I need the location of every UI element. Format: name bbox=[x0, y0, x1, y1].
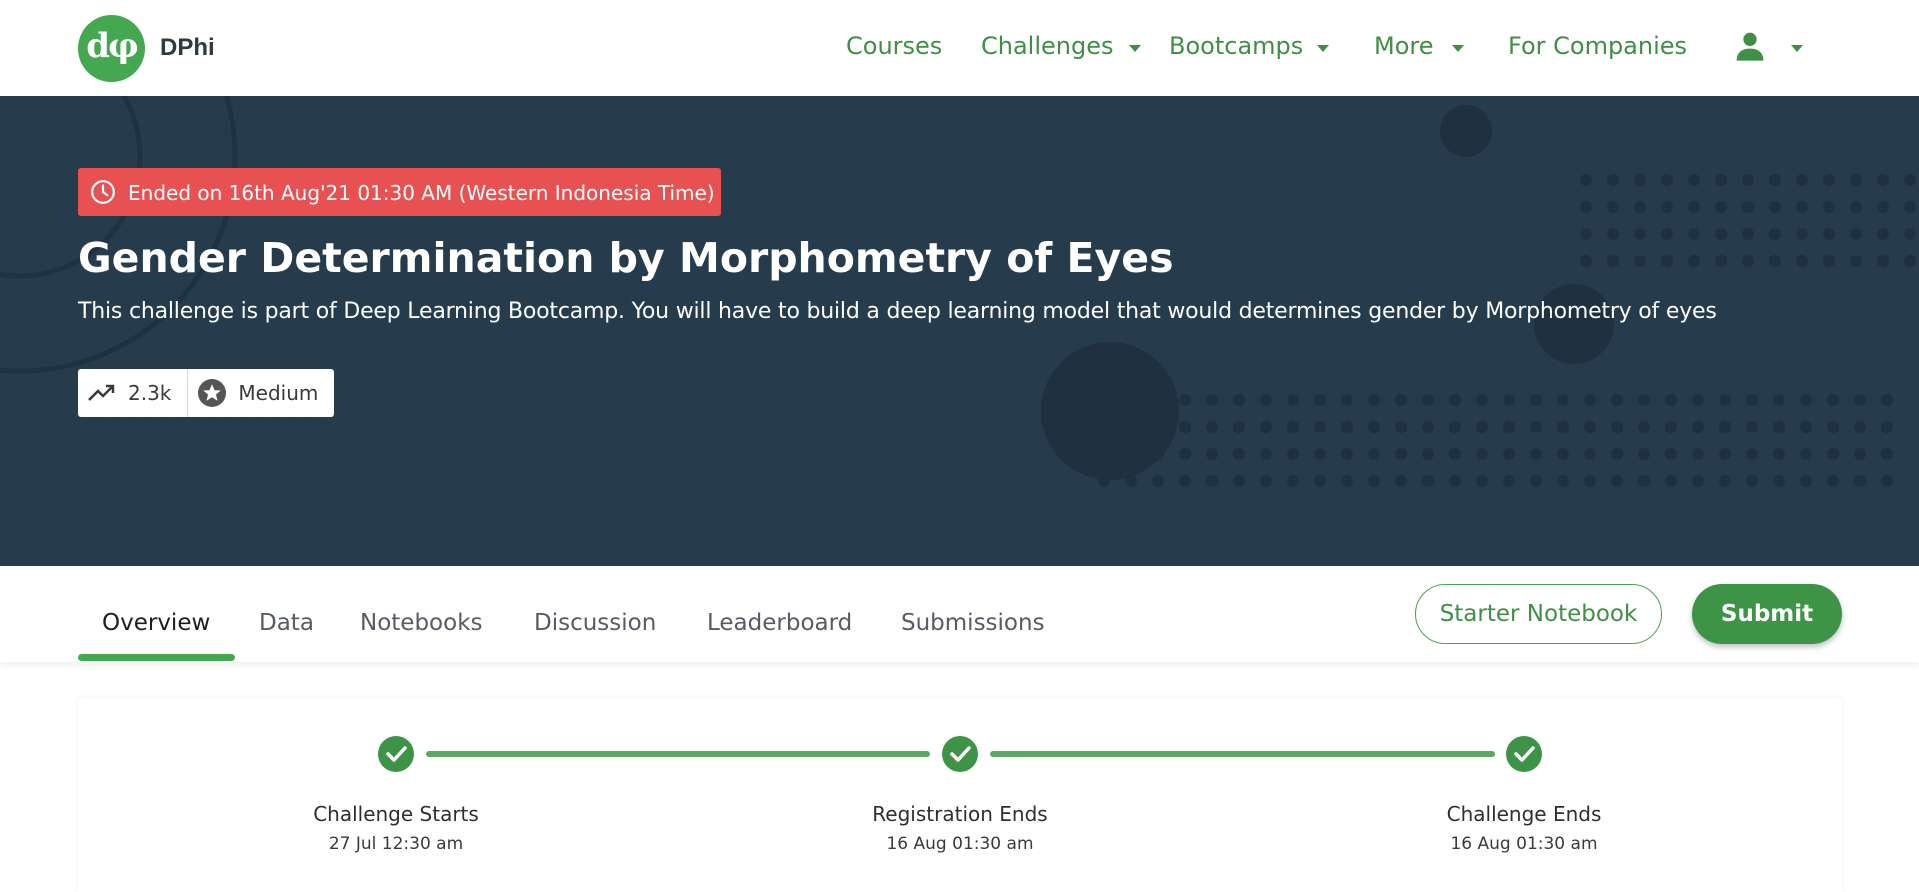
timeline-connector bbox=[426, 751, 930, 757]
dphi-logo[interactable]: dφ bbox=[78, 15, 145, 82]
challenges-caret-icon[interactable] bbox=[1129, 45, 1141, 52]
timeline-label: Challenge Starts bbox=[313, 802, 479, 826]
brand-name[interactable]: DPhi bbox=[160, 34, 215, 62]
nav-more[interactable]: More bbox=[1374, 32, 1434, 60]
challenge-title: Gender Determination by Morphometry of E… bbox=[78, 234, 1174, 282]
active-tab-indicator bbox=[78, 654, 235, 661]
timeline-label: Challenge Ends bbox=[1446, 802, 1602, 826]
tab-overview[interactable]: Overview bbox=[102, 610, 210, 636]
status-text: Ended on 16th Aug'21 01:30 AM (Western I… bbox=[128, 181, 715, 205]
timeline-date: 27 Jul 12:30 am bbox=[328, 834, 464, 854]
difficulty-stat: Medium bbox=[187, 369, 334, 417]
timeline-check-icon bbox=[1506, 736, 1542, 772]
challenge-hero: Ended on 16th Aug'21 01:30 AM (Western I… bbox=[0, 96, 1919, 566]
user-icon[interactable] bbox=[1734, 30, 1766, 62]
tab-leaderboard[interactable]: Leaderboard bbox=[707, 610, 852, 636]
challenge-stats: 2.3k Medium bbox=[78, 369, 335, 417]
participants-stat: 2.3k bbox=[78, 369, 187, 417]
timeline-connector bbox=[990, 751, 1495, 757]
star-badge-icon bbox=[198, 379, 227, 407]
trending-up-icon bbox=[88, 384, 115, 401]
clock-icon bbox=[91, 180, 115, 204]
participants-count: 2.3k bbox=[128, 381, 172, 405]
top-navbar: dφ DPhi Courses Challenges Bootcamps Mor… bbox=[0, 0, 1919, 96]
nav-courses[interactable]: Courses bbox=[846, 32, 942, 60]
challenge-status-badge: Ended on 16th Aug'21 01:30 AM (Western I… bbox=[78, 168, 721, 216]
challenge-timeline: Challenge Starts 27 Jul 12:30 am Registr… bbox=[78, 698, 1842, 892]
difficulty-level: Medium bbox=[238, 381, 319, 405]
tab-data[interactable]: Data bbox=[259, 610, 314, 636]
starter-notebook-button[interactable]: Starter Notebook bbox=[1415, 584, 1662, 644]
timeline-label: Registration Ends bbox=[872, 802, 1048, 826]
nav-challenges[interactable]: Challenges bbox=[981, 32, 1114, 60]
timeline-date: 16 Aug 01:30 am bbox=[1450, 834, 1598, 854]
tab-submissions[interactable]: Submissions bbox=[901, 610, 1045, 636]
more-caret-icon[interactable] bbox=[1452, 45, 1464, 52]
timeline-date: 16 Aug 01:30 am bbox=[886, 834, 1034, 854]
challenge-tabs-bar: Overview Data Notebooks Discussion Leade… bbox=[0, 566, 1919, 662]
nav-bootcamps[interactable]: Bootcamps bbox=[1169, 32, 1303, 60]
timeline-check-icon bbox=[378, 736, 414, 772]
challenge-description: This challenge is part of Deep Learning … bbox=[78, 299, 1717, 324]
tab-notebooks[interactable]: Notebooks bbox=[360, 610, 483, 636]
timeline-check-icon bbox=[942, 736, 978, 772]
bootcamps-caret-icon[interactable] bbox=[1317, 45, 1329, 52]
submit-button[interactable]: Submit bbox=[1692, 584, 1842, 644]
nav-for-companies[interactable]: For Companies bbox=[1508, 32, 1687, 60]
user-menu-caret-icon[interactable] bbox=[1791, 45, 1803, 52]
hero-background-decoration bbox=[0, 96, 1916, 487]
tab-discussion[interactable]: Discussion bbox=[534, 610, 656, 636]
